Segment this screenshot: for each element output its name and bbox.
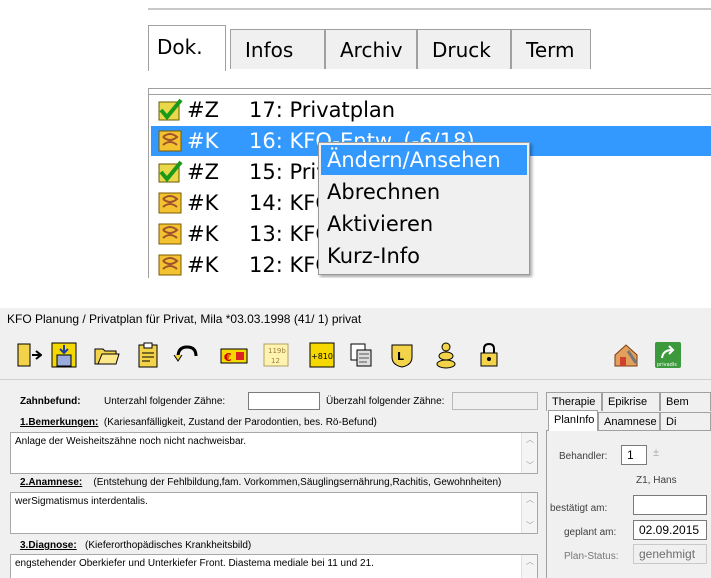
copy-pages-icon[interactable] bbox=[348, 341, 376, 369]
svg-text:+810: +810 bbox=[311, 352, 333, 361]
window-title: KFO Planung / Privatplan für Privat, Mil… bbox=[0, 308, 711, 330]
behandler-name: Z1, Hans bbox=[636, 475, 677, 486]
save-disk-icon[interactable] bbox=[50, 341, 78, 369]
plus-810-icon[interactable]: +810 bbox=[308, 341, 336, 369]
anamnese-textarea[interactable]: werSigmatismus interdentalis. ︿ ﹀ bbox=[10, 492, 538, 534]
diagnose-heading: 3.Diagnose: (Kieferorthopädisches Krankh… bbox=[20, 540, 252, 551]
toolbar: € 119b 12 +810 L privadis bbox=[0, 330, 711, 380]
anamnese-scrollbar[interactable]: ︿ ﹀ bbox=[521, 493, 537, 533]
panel-top-border bbox=[148, 8, 711, 10]
anamnese-heading: 2.Anamnese: (Entstehung der Fehlbildung,… bbox=[20, 477, 502, 488]
check-document-icon bbox=[158, 160, 183, 183]
tab-term[interactable]: Term bbox=[511, 29, 591, 69]
svg-text:privadis: privadis bbox=[657, 362, 677, 368]
plan-status-field: genehmigt bbox=[633, 544, 707, 564]
context-menu: Ändern/Ansehen Abrechnen Aktivieren Kurz… bbox=[318, 142, 530, 275]
tab-dok[interactable]: Dok. bbox=[148, 25, 226, 71]
scroll-down-icon[interactable]: ﹀ bbox=[526, 522, 534, 530]
right-tab-panel: Therapie Epikrise Bem PlanInfo Anamnese … bbox=[546, 380, 711, 578]
undo-arrow-icon[interactable] bbox=[172, 341, 200, 369]
stacked-figure-icon[interactable] bbox=[432, 341, 460, 369]
scroll-up-icon[interactable]: ︿ bbox=[526, 436, 534, 444]
tooth-shield-icon[interactable]: L bbox=[388, 341, 416, 369]
document-tabbar: Dok. Infos Archiv Druck Term bbox=[148, 25, 711, 95]
privadis-share-icon[interactable]: privadis bbox=[654, 341, 682, 369]
svg-text:€: € bbox=[223, 351, 232, 364]
scroll-down-icon[interactable]: ﹀ bbox=[526, 462, 534, 470]
euro-money-icon[interactable]: € bbox=[220, 341, 248, 369]
tab-therapie[interactable]: Therapie bbox=[546, 392, 602, 411]
behandler-label: Behandler: bbox=[559, 451, 608, 462]
unterzahl-input[interactable] bbox=[248, 392, 320, 410]
bestaetigt-input[interactable] bbox=[633, 495, 707, 515]
check-document-icon bbox=[158, 98, 183, 121]
menu-item-aendern-ansehen[interactable]: Ändern/Ansehen bbox=[321, 145, 527, 175]
tab-druck[interactable]: Druck bbox=[417, 29, 511, 69]
tab-bem[interactable]: Bem bbox=[660, 392, 711, 411]
tab-di[interactable]: Di bbox=[660, 412, 711, 431]
planning-form: Zahnbefund: Unterzahl folgender Zähne: Ü… bbox=[10, 380, 540, 578]
scroll-up-icon[interactable]: ︿ bbox=[526, 496, 534, 504]
tab-anamnese[interactable]: Anamnese bbox=[598, 412, 660, 431]
diagnose-text: engstehender Oberkiefer und Unterkiefer … bbox=[15, 558, 374, 569]
planinfo-pane: Behandler: 1 ± Z1, Hans bestätigt am: ge… bbox=[546, 430, 711, 578]
open-folder-icon[interactable] bbox=[92, 341, 120, 369]
list-item[interactable]: #Z 17: Privatplan bbox=[151, 95, 711, 125]
svg-text:119b: 119b bbox=[268, 347, 286, 355]
kfo-document-icon bbox=[158, 254, 182, 276]
plan-status-label: Plan-Status: bbox=[564, 551, 619, 562]
anamnese-text: werSigmatismus interdentalis. bbox=[15, 496, 148, 507]
diagnose-textarea[interactable]: engstehender Oberkiefer und Unterkiefer … bbox=[10, 554, 538, 578]
diagnose-scrollbar[interactable]: ︿ bbox=[521, 555, 537, 578]
kfo-document-icon bbox=[158, 130, 182, 152]
tab-epikrise[interactable]: Epikrise bbox=[602, 392, 660, 411]
behandler-dropdown-icon[interactable]: ± bbox=[653, 447, 659, 459]
svg-text:L: L bbox=[397, 350, 404, 363]
bestaetigt-label: bestätigt am: bbox=[550, 503, 608, 514]
geplant-label: geplant am: bbox=[564, 527, 617, 538]
kfo-document-icon bbox=[158, 192, 182, 214]
svg-text:12: 12 bbox=[271, 357, 280, 365]
scroll-up-icon[interactable]: ︿ bbox=[526, 558, 534, 566]
behandler-input[interactable]: 1 bbox=[621, 445, 647, 465]
tab-infos[interactable]: Infos bbox=[230, 29, 325, 69]
menu-item-abrechnen[interactable]: Abrechnen bbox=[321, 177, 527, 207]
zoomed-document-panel: Dok. Infos Archiv Druck Term #Z 17: Priv… bbox=[148, 0, 711, 278]
ueberzahl-label: Überzahl folgender Zähne: bbox=[326, 396, 445, 407]
bemerkungen-textarea[interactable]: Anlage der Weisheitszähne noch nicht nac… bbox=[10, 432, 538, 474]
tab-planinfo[interactable]: PlanInfo bbox=[548, 410, 598, 431]
zahnbefund-label: Zahnbefund: bbox=[20, 396, 81, 407]
bemerkungen-text: Anlage der Weisheitszähne noch nicht nac… bbox=[15, 436, 247, 447]
menu-item-aktivieren[interactable]: Aktivieren bbox=[321, 209, 527, 239]
geplant-input[interactable]: 02.09.2015 bbox=[633, 520, 707, 540]
menu-item-kurz-info[interactable]: Kurz-Info bbox=[321, 241, 527, 271]
bemerkungen-scrollbar[interactable]: ︿ ﹀ bbox=[521, 433, 537, 473]
tooth-number-icon[interactable]: 119b 12 bbox=[262, 341, 290, 369]
unterzahl-label: Unterzahl folgender Zähne: bbox=[104, 396, 226, 407]
house-tool-icon[interactable] bbox=[612, 341, 640, 369]
ueberzahl-input[interactable] bbox=[452, 392, 538, 410]
bemerkungen-heading: 1.Bemerkungen: (Kariesanfälligkeit, Zust… bbox=[20, 417, 377, 428]
clipboard-icon[interactable] bbox=[134, 341, 162, 369]
exit-door-icon[interactable] bbox=[14, 341, 43, 369]
padlock-icon[interactable] bbox=[475, 341, 503, 369]
kfo-planning-window: KFO Planung / Privatplan für Privat, Mil… bbox=[0, 308, 711, 578]
kfo-document-icon bbox=[158, 223, 182, 245]
tab-archiv[interactable]: Archiv bbox=[325, 29, 417, 69]
